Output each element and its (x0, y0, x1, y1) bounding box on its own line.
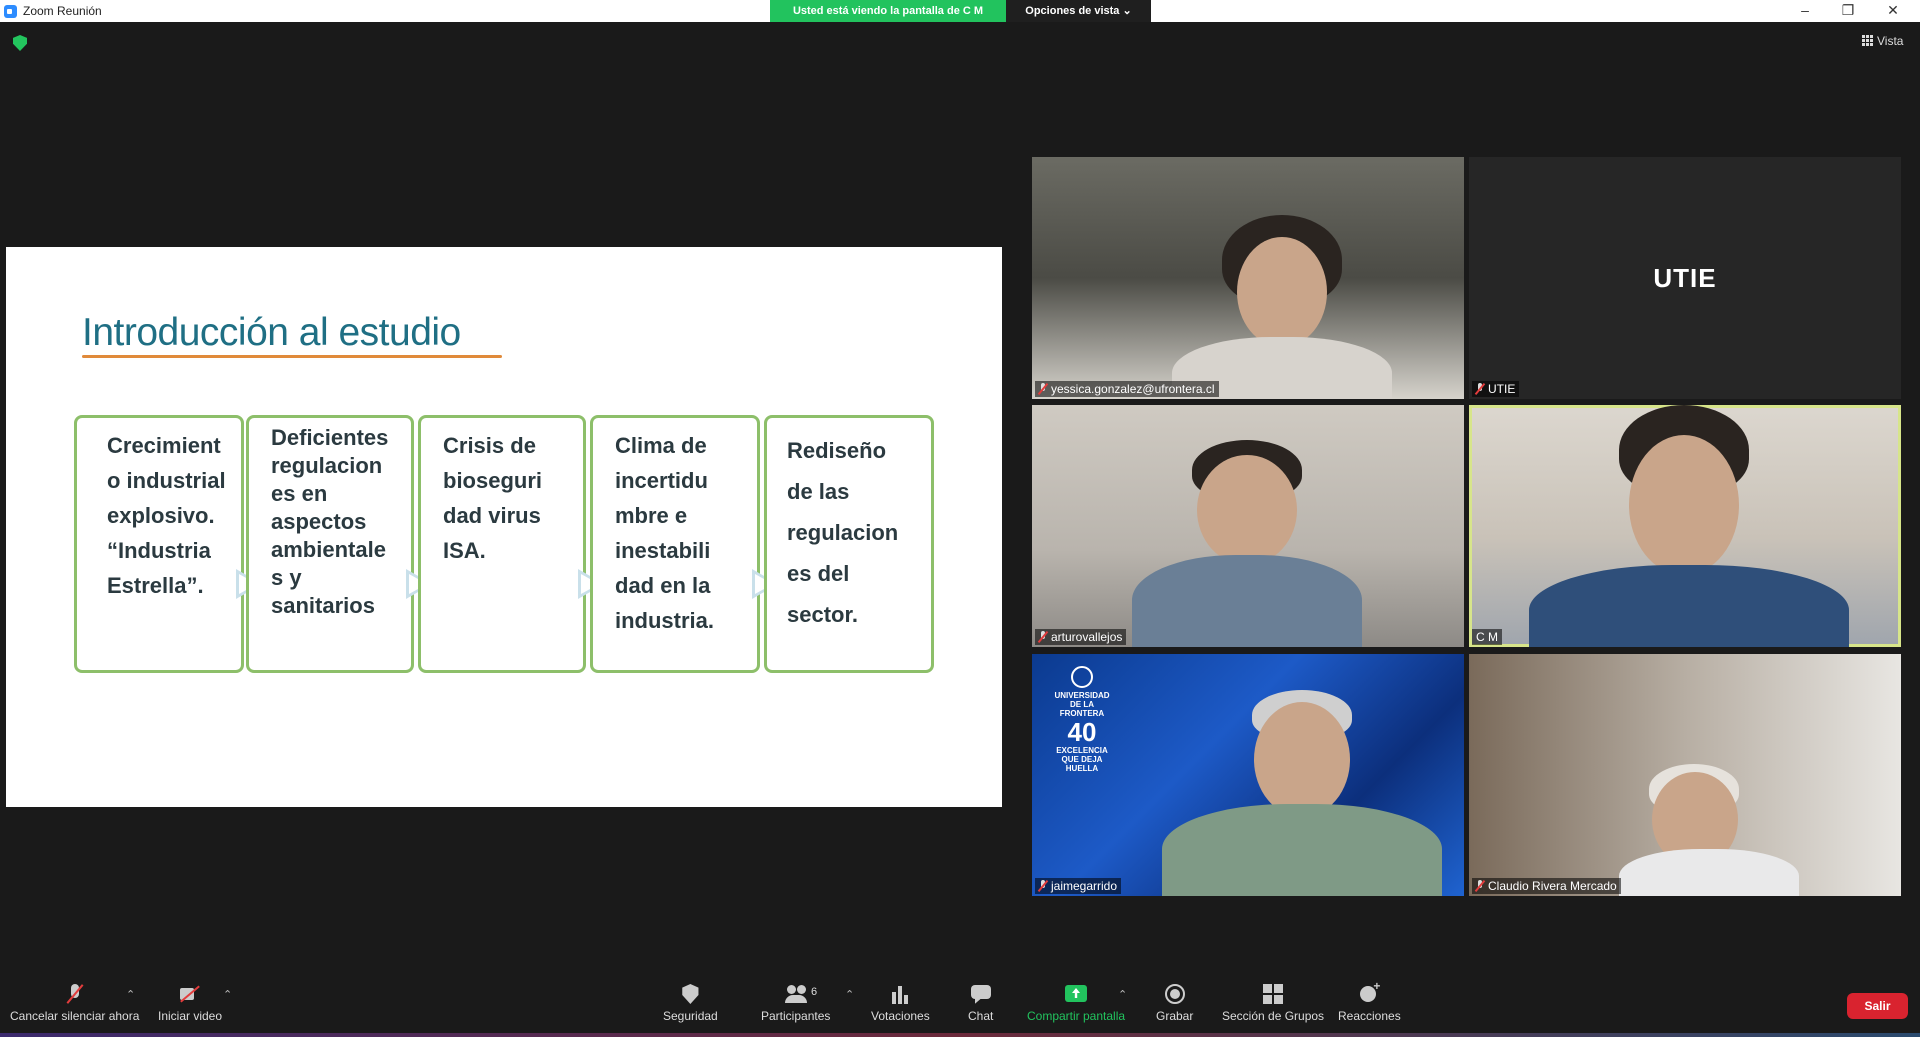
participant-name-label: Claudio Rivera Mercado (1472, 878, 1621, 894)
zoom-app-icon (4, 5, 17, 18)
reactions-button[interactable]: Reacciones (1338, 979, 1401, 1023)
chevron-down-icon: ⌄ (1122, 5, 1132, 17)
process-step-text: Rediseño de las regulacion es del sector… (787, 438, 899, 627)
participant-name-label: yessica.gonzalez@ufrontera.cl (1035, 381, 1219, 397)
breakout-label: Sección de Grupos (1222, 1009, 1325, 1023)
meeting-toolbar: Cancelar silenciar ahora ⌃ Iniciar video… (0, 970, 1920, 1037)
minimize-button[interactable]: – (1782, 0, 1828, 22)
university-emblem-icon (1071, 666, 1093, 688)
audio-options-caret-icon[interactable]: ⌃ (126, 988, 135, 1001)
encryption-shield-icon[interactable] (13, 35, 27, 51)
participant-video (1197, 455, 1297, 565)
university-logo: UNIVERSIDAD DE LA FRONTERA 40 EXCELENCIA… (1052, 666, 1112, 773)
share-label: Compartir pantalla (1027, 1009, 1126, 1023)
mute-button[interactable]: Cancelar silenciar ahora (10, 984, 139, 1023)
record-button[interactable]: Grabar (1156, 984, 1193, 1023)
security-button[interactable]: Seguridad (663, 984, 718, 1023)
video-label: Iniciar video (158, 1009, 223, 1023)
process-step-4: Clima de incertidu mbre e inestabili dad… (590, 415, 760, 673)
participant-video (1629, 435, 1739, 575)
leave-meeting-button[interactable]: Salir (1847, 993, 1908, 1019)
participant-name-label: arturovallejos (1035, 629, 1127, 645)
mic-muted-icon (1038, 383, 1048, 395)
video-options-caret-icon[interactable]: ⌃ (223, 988, 232, 1001)
mute-label: Cancelar silenciar ahora (10, 1009, 140, 1023)
polls-label: Votaciones (871, 1009, 930, 1023)
reactions-label: Reacciones (1338, 1009, 1401, 1023)
participant-video (1529, 565, 1849, 647)
participant-video (1132, 555, 1362, 647)
mic-muted-icon (64, 984, 86, 1004)
chat-button[interactable]: Chat (968, 984, 993, 1023)
record-icon (1164, 984, 1186, 1004)
view-options-button[interactable]: Opciones de vista ⌄ (1006, 0, 1151, 22)
participant-name-label: C M (1472, 629, 1502, 645)
viewing-screen-banner: Usted está viendo la pantalla de C M (770, 0, 1006, 22)
participants-count: 6 (811, 986, 818, 998)
participant-video (1237, 237, 1327, 347)
participants-caret-icon[interactable]: ⌃ (845, 988, 854, 1001)
video-tile-jaimegarrido[interactable]: UNIVERSIDAD DE LA FRONTERA 40 EXCELENCIA… (1032, 654, 1464, 896)
slide-title: Introducción al estudio (82, 311, 461, 354)
process-step-text: Clima de incertidu mbre e inestabili dad… (615, 433, 715, 633)
participant-video (1254, 702, 1350, 817)
participant-video (1619, 849, 1799, 896)
window-title: Zoom Reunión (23, 4, 102, 18)
video-off-icon (179, 984, 201, 1004)
view-button[interactable]: Vista (1862, 34, 1903, 48)
start-video-button[interactable]: Iniciar video (158, 984, 222, 1023)
mic-muted-icon (1475, 383, 1485, 395)
shared-screen[interactable]: Introducción al estudio Crecimient o ind… (6, 247, 1002, 807)
video-tile-utie[interactable]: UTIE UTIE (1469, 157, 1901, 399)
process-step-1: Crecimient o industrial explosivo. “Indu… (74, 415, 244, 673)
process-step-3: Crisis de bioseguri dad virus ISA. (418, 415, 586, 673)
video-tile-yessica[interactable]: yessica.gonzalez@ufrontera.cl (1032, 157, 1464, 399)
grid-icon (1862, 35, 1873, 46)
breakout-rooms-icon (1262, 984, 1285, 1004)
process-step-5: Rediseño de las regulacion es del sector… (764, 415, 934, 673)
chat-bubble-icon (970, 984, 992, 1004)
breakout-rooms-button[interactable]: Sección de Grupos (1222, 984, 1324, 1023)
record-label: Grabar (1156, 1009, 1194, 1023)
participant-video (1162, 804, 1442, 896)
mic-muted-icon (1038, 631, 1048, 643)
video-tile-claudio-rivera[interactable]: Claudio Rivera Mercado (1469, 654, 1901, 896)
participants-label: Participantes (761, 1009, 831, 1023)
taskbar-strip (0, 1033, 1920, 1037)
process-step-2: Deficientes regulacion es en aspectos am… (246, 415, 414, 673)
participants-button[interactable]: Participantes (761, 984, 830, 1023)
share-options-caret-icon[interactable]: ⌃ (1118, 988, 1127, 1001)
poll-chart-icon (889, 984, 912, 1004)
restore-button[interactable]: ❐ (1825, 0, 1871, 22)
view-options-label: Opciones de vista (1025, 5, 1120, 17)
title-bar: Zoom Reunión Usted está viendo la pantal… (0, 0, 1920, 22)
shield-icon (682, 984, 699, 1004)
security-label: Seguridad (663, 1009, 718, 1023)
video-tile-arturovallejos[interactable]: arturovallejos (1032, 405, 1464, 647)
process-step-text: Crisis de bioseguri dad virus ISA. (443, 433, 543, 563)
reaction-emoji-icon (1358, 979, 1380, 1004)
process-step-text: Crecimient o industrial explosivo. “Indu… (107, 433, 226, 598)
participant-name-label: UTIE (1472, 381, 1520, 397)
participants-icon (784, 984, 807, 1004)
mic-muted-icon (1475, 880, 1485, 892)
polls-button[interactable]: Votaciones (871, 984, 930, 1023)
participant-display-name: UTIE (1469, 157, 1901, 399)
video-tile-cm-active-speaker[interactable]: C M (1469, 405, 1901, 647)
title-underline (82, 355, 502, 358)
mic-muted-icon (1038, 880, 1048, 892)
chat-label: Chat (968, 1009, 994, 1023)
close-button[interactable]: ✕ (1870, 0, 1916, 22)
process-step-text: Deficientes regulacion es en aspectos am… (271, 425, 389, 618)
share-screen-button[interactable]: Compartir pantalla (1027, 984, 1125, 1023)
share-screen-icon (1065, 984, 1088, 1004)
participant-name-label: jaimegarrido (1035, 878, 1122, 894)
view-button-label: Vista (1877, 34, 1904, 48)
